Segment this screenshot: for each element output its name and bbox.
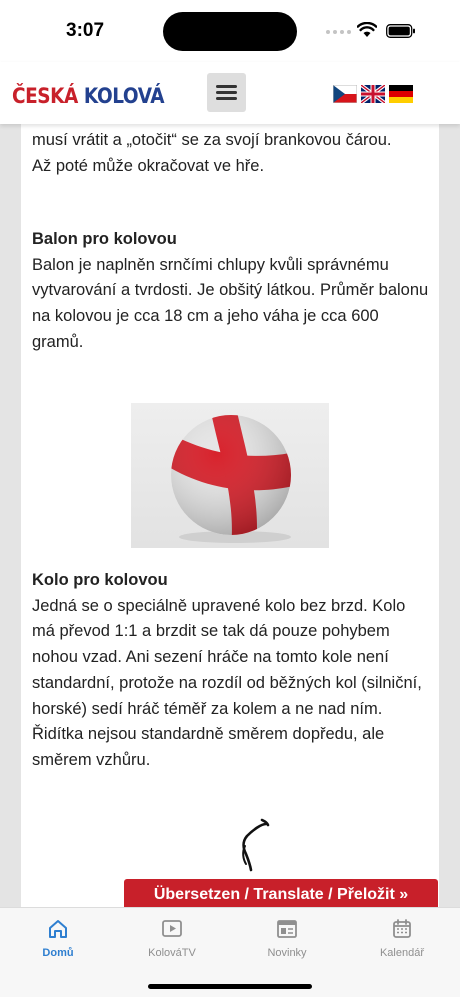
home-icon [49,920,67,938]
intro-line-1: musí vrátit a „otočit“ se za svojí brank… [32,131,392,149]
play-icon [162,920,182,937]
tab-label-domu: Domů [42,947,74,959]
site-header: ČESKÁ KOLOVÁ [0,62,460,124]
battery-icon [386,24,415,38]
tab-label-novinky: Novinky [267,947,307,959]
tab-novinky[interactable]: Novinky [242,916,332,968]
logo-part-ceska: ČESKÁ [12,84,78,108]
bike-handlebar-image [242,818,270,872]
ball-illustration [171,415,291,543]
status-bar: 3:07 [0,0,460,62]
news-icon [277,920,297,938]
status-time: 3:07 [66,20,105,41]
tab-domu[interactable]: Domů [13,916,103,968]
de-flag-icon[interactable] [389,85,413,103]
ball-text: Balon je naplněn srnčími chlupy kvůli sp… [32,255,429,351]
dynamic-island [163,12,297,51]
bike-heading: Kolo pro kolovou [32,571,168,589]
tab-label-kolovatv: KolováTV [148,947,196,959]
article-content: musí vrátit a „otočit“ se za svojí brank… [21,124,439,907]
bike-text: Jedná se o speciálně upravené kolo bez b… [32,596,422,769]
calendar-icon [393,919,411,938]
intro-line-2: Až poté může okračovat ve hře. [32,156,265,175]
logo-part-kolova: KOLOVÁ [83,84,165,108]
cz-flag-icon[interactable] [333,85,357,103]
ball-heading: Balon pro kolovou [32,230,177,248]
wifi-icon [357,22,377,37]
site-logo[interactable]: ČESKÁ KOLOVÁ [12,84,165,108]
bike-section: Kolo pro kolovou Jedná se o speciálně up… [32,568,432,774]
hamburger-menu-button[interactable] [207,73,246,112]
uk-flag-icon[interactable] [361,85,385,103]
ball-section: Balon pro kolovou Balon je naplněn srnčí… [32,227,432,356]
tab-label-kalendar: Kalendář [379,947,425,959]
bottom-tab-bar: Domů KolováTV Novinky Kalendář [0,907,460,997]
home-indicator [148,984,312,989]
intro-paragraph: musí vrátit a „otočit“ se za svojí brank… [32,128,432,179]
tab-kalendar[interactable]: Kalendář [357,916,447,968]
kolova-ball-photo [131,403,329,548]
tab-kolovatv[interactable]: KolováTV [127,916,217,968]
cellular-signal-icon [326,30,356,36]
